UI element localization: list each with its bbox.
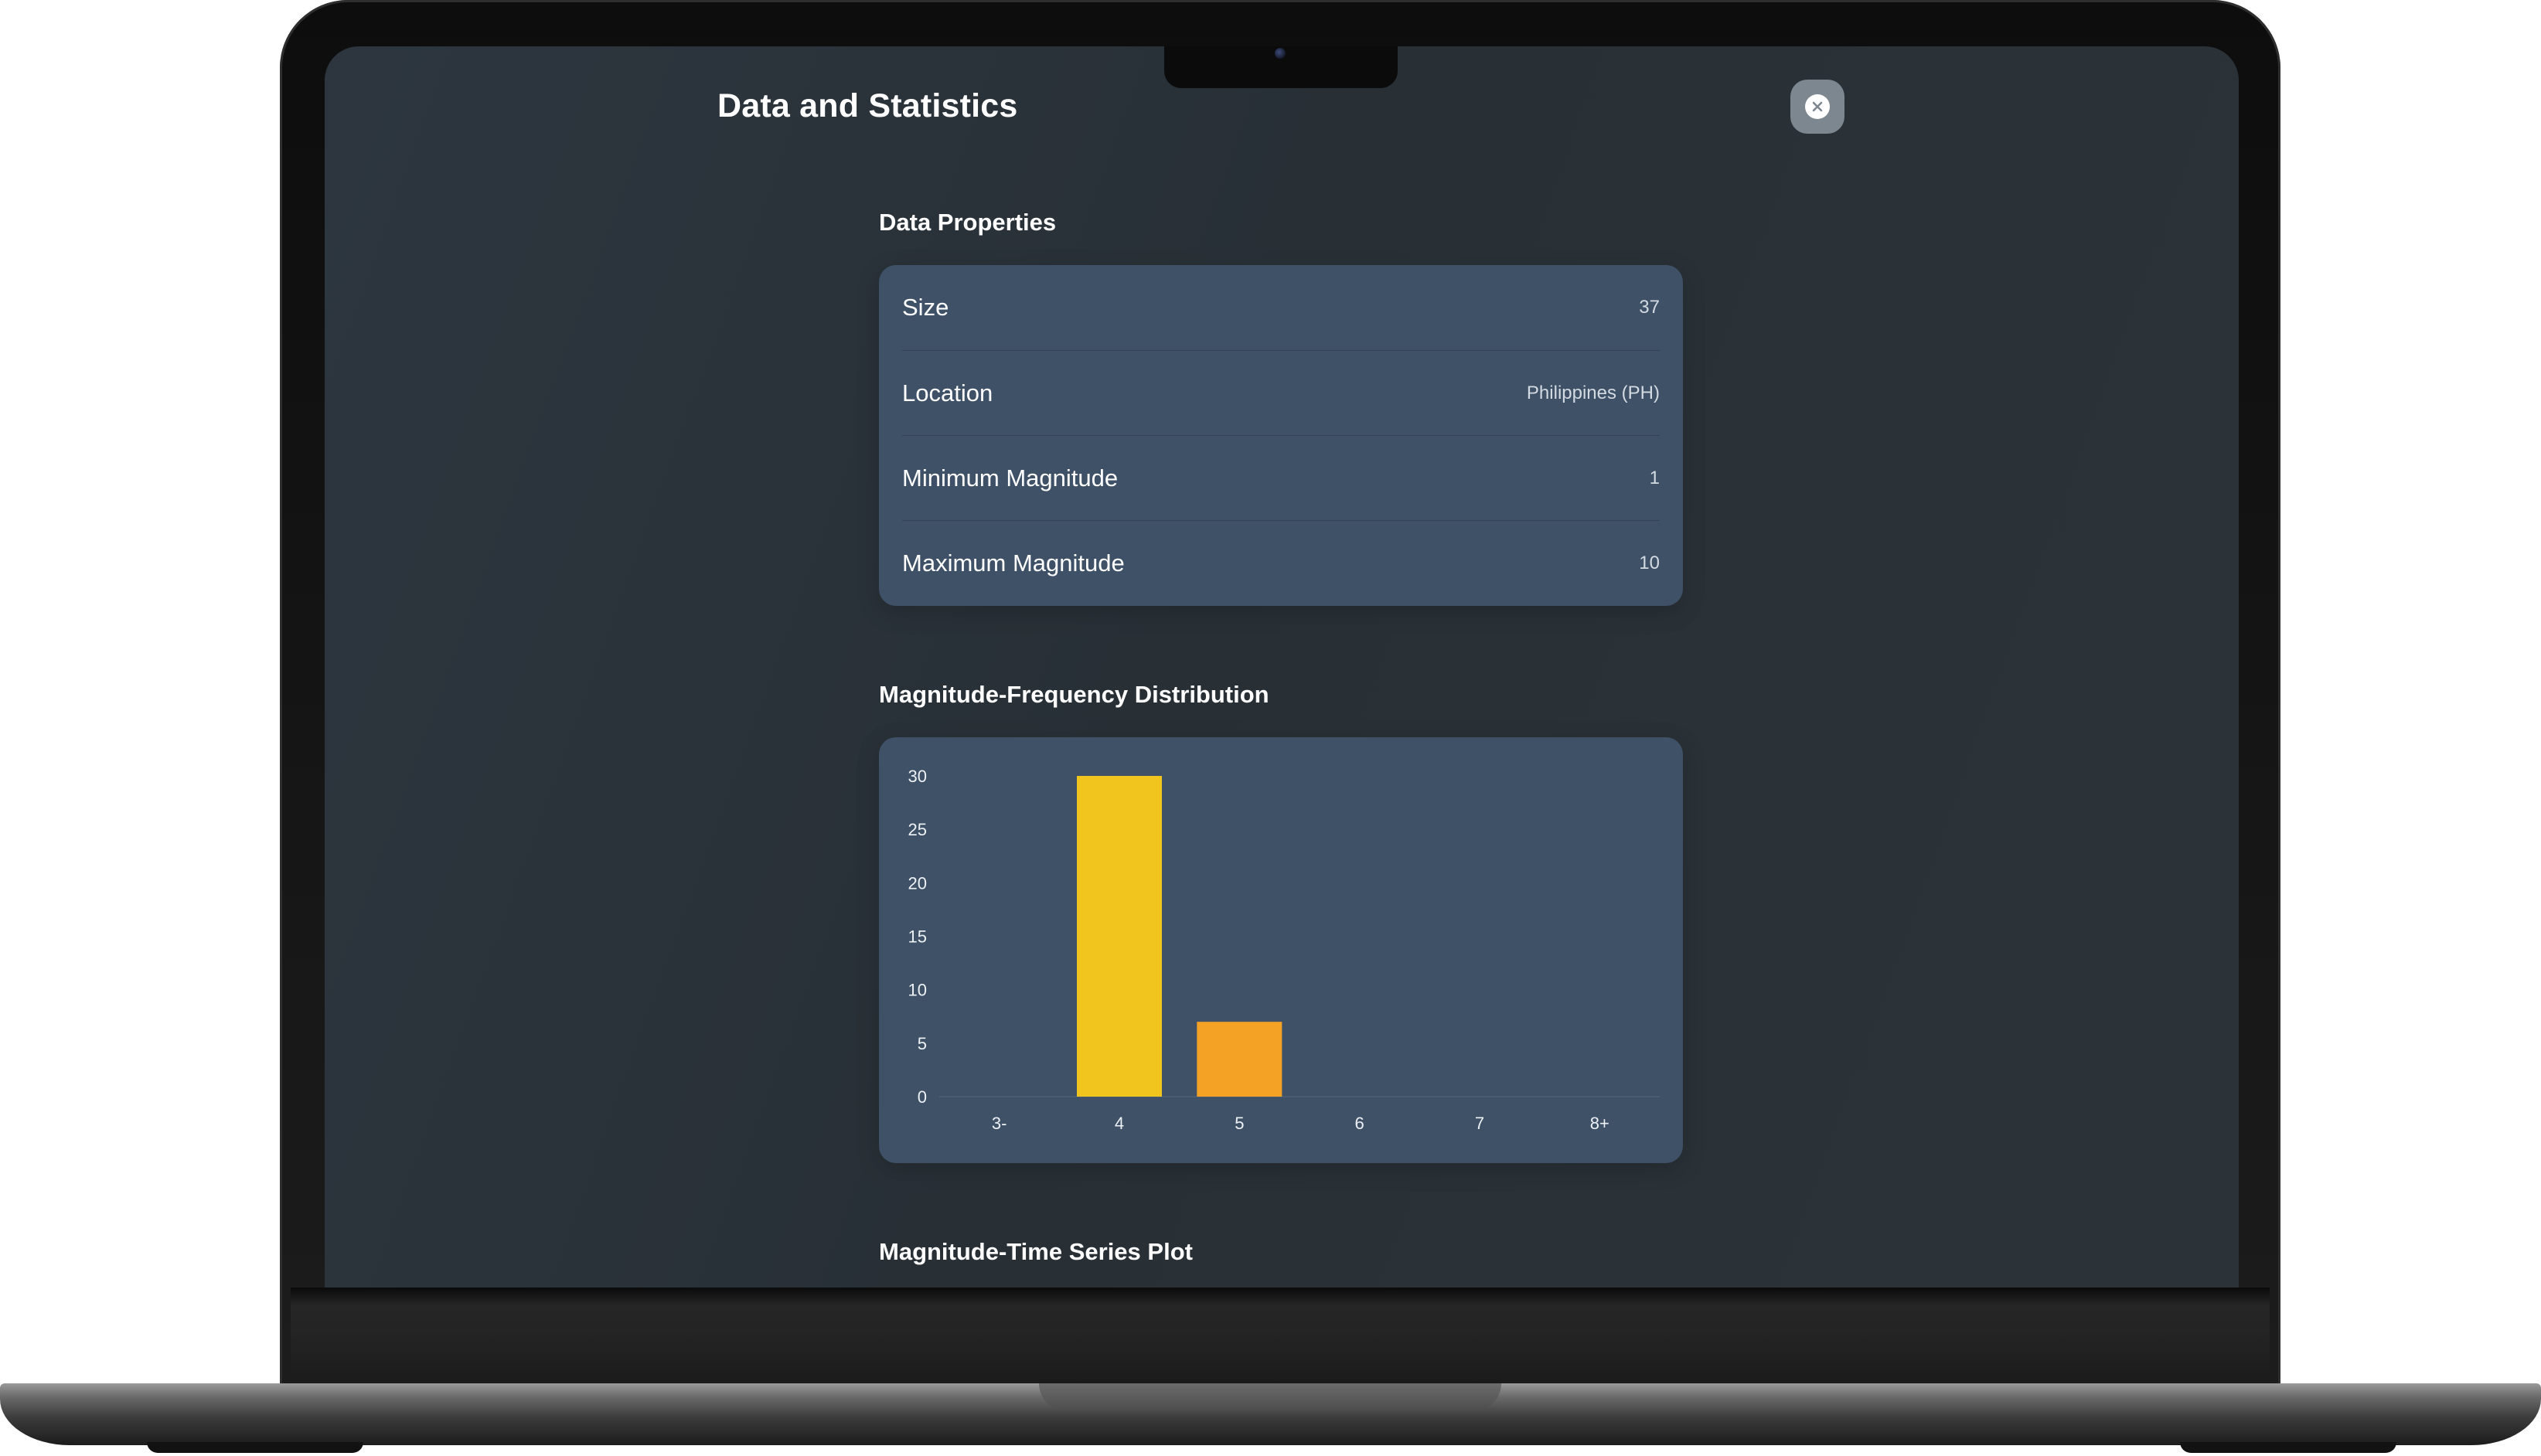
camera-notch: [1164, 46, 1398, 88]
y-tick-label: 25: [908, 820, 927, 839]
x-tick-label: 6: [1355, 1114, 1364, 1133]
magnitude-frequency-bar-chart: 0 5 10 15 20 25 30 3- 4 5 6 7 8+: [908, 767, 1660, 1133]
distribution-heading: Magnitude-Frequency Distribution: [879, 681, 1269, 708]
property-row-minimum-magnitude: Minimum Magnitude 1: [902, 435, 1660, 521]
y-tick-label: 15: [908, 927, 927, 947]
laptop-bezel-bottom: [291, 1288, 2270, 1386]
page-title: Data and Statistics: [717, 87, 1018, 124]
laptop-foot: [147, 1442, 363, 1453]
x-tick-label: 7: [1475, 1114, 1484, 1133]
distribution-chart-card: 0 5 10 15 20 25 30 3- 4 5 6 7 8+: [879, 737, 1683, 1163]
property-value: Philippines (PH): [1526, 383, 1660, 403]
close-icon: [1805, 94, 1830, 119]
property-row-location: Location Philippines (PH): [902, 350, 1660, 436]
time-series-heading: Magnitude-Time Series Plot: [879, 1238, 1193, 1265]
property-label: Minimum Magnitude: [902, 464, 1119, 492]
x-tick-label: 4: [1115, 1114, 1124, 1133]
bar-4: [1077, 776, 1162, 1097]
data-properties-heading: Data Properties: [879, 209, 1057, 236]
y-tick-label: 0: [918, 1087, 927, 1107]
y-tick-label: 20: [908, 873, 927, 893]
property-value: 10: [1639, 553, 1660, 573]
laptop-hinge-notch: [1039, 1383, 1501, 1411]
y-tick-label: 5: [918, 1034, 927, 1053]
y-tick-label: 10: [908, 981, 927, 1000]
close-button[interactable]: [1790, 80, 1844, 134]
x-tick-label: 5: [1235, 1114, 1244, 1133]
camera-icon: [1275, 48, 1286, 59]
x-tick-label: 3-: [992, 1114, 1007, 1133]
property-label: Maximum Magnitude: [902, 549, 1125, 577]
data-properties-card: Size 37 Location Philippines (PH) Minimu…: [879, 265, 1683, 606]
property-label: Location: [902, 379, 993, 407]
property-row-maximum-magnitude: Maximum Magnitude 10: [902, 520, 1660, 606]
property-value: 1: [1649, 468, 1660, 488]
property-label: Size: [902, 294, 949, 321]
laptop-foot: [2180, 1442, 2396, 1453]
property-row-size: Size 37: [902, 265, 1660, 350]
y-tick-label: 30: [908, 767, 927, 786]
x-tick-label: 8+: [1590, 1114, 1609, 1133]
property-value: 37: [1639, 297, 1660, 318]
app-window: Data and Statistics Data Properties Size…: [325, 46, 2239, 1288]
bar-5: [1197, 1022, 1282, 1097]
